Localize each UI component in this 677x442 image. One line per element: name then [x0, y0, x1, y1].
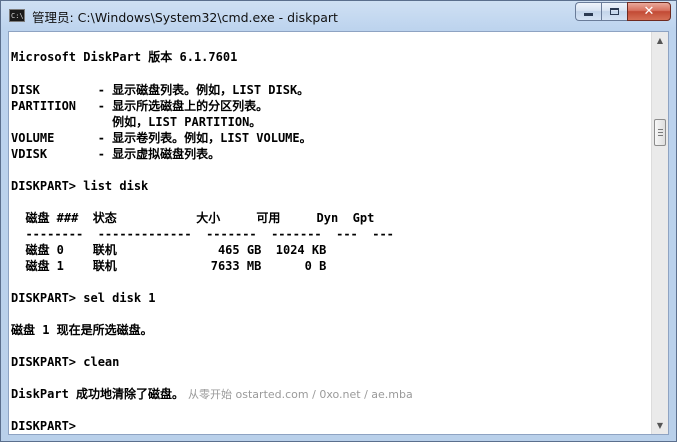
console-output[interactable]: Microsoft DiskPart 版本 6.1.7601 DISK - 显示…	[10, 32, 651, 434]
console-line: DiskPart 成功地清除了磁盘。 从零开始 ostarted.com / 0x…	[11, 386, 413, 402]
maximize-icon	[610, 8, 619, 15]
grip-line	[658, 135, 663, 136]
minimize-button[interactable]	[575, 2, 601, 21]
minimize-icon	[584, 13, 593, 16]
scroll-down-button[interactable]: ▼	[652, 417, 668, 434]
disk-table-row: 磁盘 1 联机 7633 MB 0 B	[11, 259, 327, 273]
window-controls: ✕	[575, 2, 671, 21]
title-bar[interactable]: C:\ 管理员: C:\Windows\System32\cmd.exe - d…	[1, 1, 676, 31]
console-prompt[interactable]: DISKPART>	[11, 418, 76, 434]
grip-line	[658, 132, 663, 133]
watermark-text: 从零开始 ostarted.com / 0xo.net / ae.mba	[188, 388, 413, 401]
console-line: DISKPART> sel disk 1	[11, 291, 156, 305]
arrow-up-icon: ▲	[656, 36, 664, 45]
console-line-text: DiskPart 成功地清除了磁盘。	[11, 387, 185, 401]
console-line: Microsoft DiskPart 版本 6.1.7601	[11, 50, 238, 64]
scroll-thumb[interactable]	[654, 119, 666, 146]
disk-table-row: 磁盘 0 联机 465 GB 1024 KB	[11, 243, 327, 257]
console-line: DISK - 显示磁盘列表。例如，LIST DISK。	[11, 83, 310, 97]
close-button[interactable]: ✕	[627, 2, 671, 21]
console-line: PARTITION - 显示所选磁盘上的分区列表。	[11, 99, 269, 113]
disk-table-header: 磁盘 ### 状态 大小 可用 Dyn Gpt	[11, 211, 375, 225]
cmd-window: C:\ 管理员: C:\Windows\System32\cmd.exe - d…	[0, 0, 677, 442]
console-line: VOLUME - 显示卷列表。例如，LIST VOLUME。	[11, 131, 312, 145]
grip-line	[658, 129, 663, 130]
console-line: DISKPART> list disk	[11, 179, 149, 193]
console-line: VDISK - 显示虚拟磁盘列表。	[11, 147, 221, 161]
arrow-down-icon: ▼	[656, 421, 664, 430]
console-area[interactable]: Microsoft DiskPart 版本 6.1.7601 DISK - 显示…	[8, 31, 669, 435]
console-line: DISKPART> clean	[11, 355, 120, 369]
window-title: 管理员: C:\Windows\System32\cmd.exe - diskp…	[32, 10, 338, 25]
console-line: 例如，LIST PARTITION。	[11, 115, 262, 129]
scroll-up-button[interactable]: ▲	[652, 32, 668, 49]
disk-table-separator: -------- ------------- ------- ------- -…	[11, 227, 394, 241]
vertical-scrollbar[interactable]: ▲ ▼	[651, 32, 668, 434]
cmd-app-icon[interactable]: C:\	[9, 9, 25, 22]
maximize-button[interactable]	[601, 2, 627, 21]
close-icon: ✕	[643, 4, 655, 19]
console-line: 磁盘 1 现在是所选磁盘。	[11, 323, 153, 337]
